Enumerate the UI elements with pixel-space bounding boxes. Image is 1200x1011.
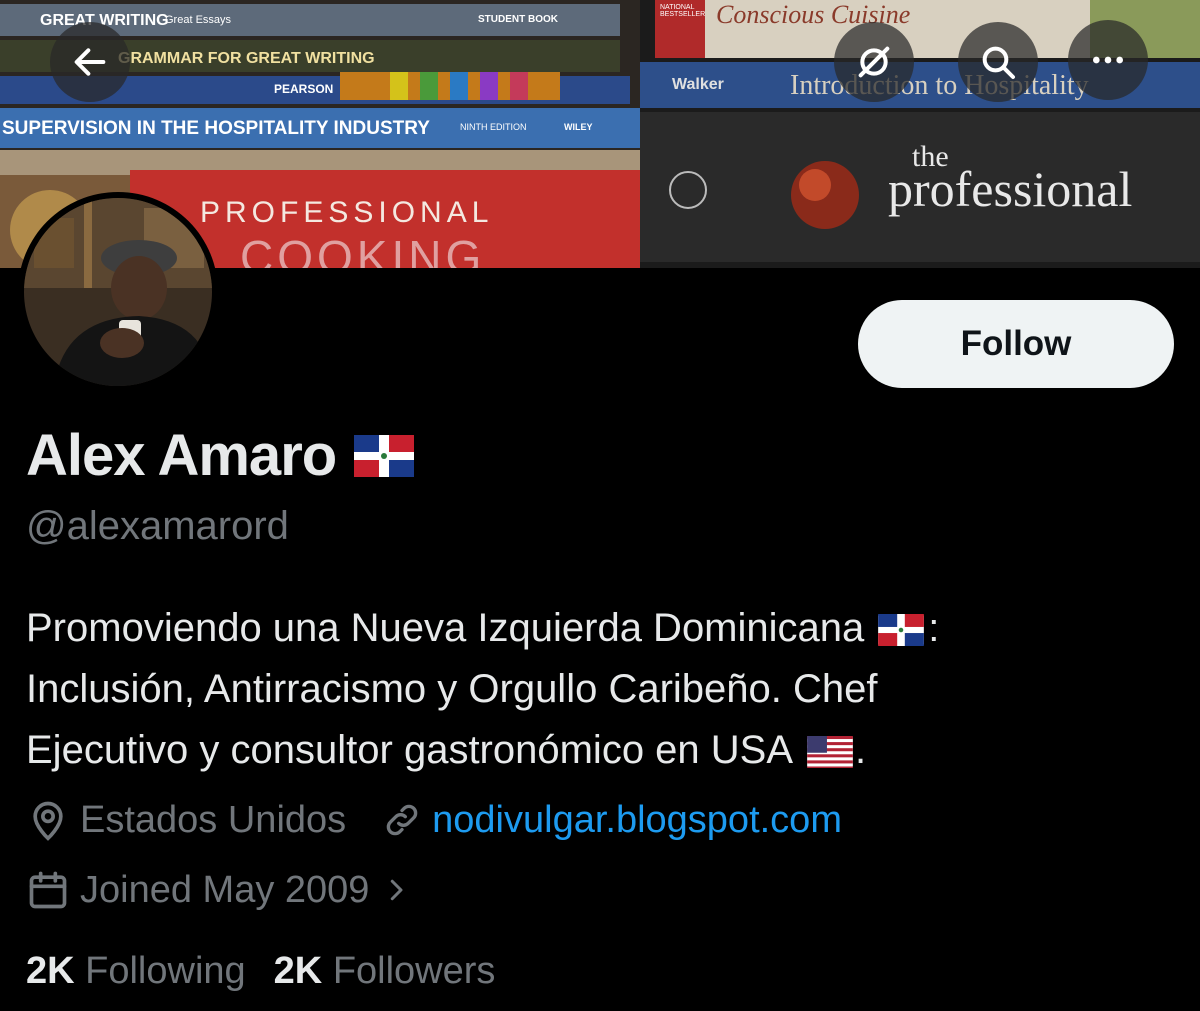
followers-label: Followers xyxy=(332,950,496,992)
eye-slash-icon xyxy=(858,46,890,78)
joined-text: Joined May 2009 xyxy=(80,868,370,911)
book-title: GRAMMAR FOR GREAT WRITING xyxy=(118,50,375,67)
book-title: professional xyxy=(888,161,1133,217)
book-title: Great Essays xyxy=(165,14,232,26)
avatar-image xyxy=(24,198,212,386)
book-title: PEARSON xyxy=(274,82,334,96)
follow-counts: 2K Following 2K Followers xyxy=(26,950,523,993)
avatar[interactable] xyxy=(18,192,218,392)
bio-text: : xyxy=(928,606,940,650)
book-title: Introduction to Hospitality xyxy=(790,70,1089,101)
chevron-right-icon xyxy=(391,879,403,901)
following-count: 2K xyxy=(26,950,75,992)
followers-count: 2K xyxy=(273,950,323,992)
book-title: WILEY xyxy=(564,122,593,132)
more-horizontal-icon xyxy=(1093,56,1123,64)
followers-link[interactable]: 2K Followers xyxy=(274,950,496,993)
bio-text: Inclusión, Antirracismo y Orgullo Caribe… xyxy=(26,667,878,711)
bio: Promoviendo una Nueva Izquierda Dominica… xyxy=(26,598,1176,781)
search-button[interactable] xyxy=(958,22,1038,102)
bio-line: Promoviendo una Nueva Izquierda Dominica… xyxy=(26,598,1176,659)
website-link[interactable]: nodivulgar.blogspot.com xyxy=(432,799,842,842)
book-title: STUDENT BOOK xyxy=(478,14,558,25)
book-title: Walker xyxy=(672,76,724,93)
calendar-icon xyxy=(29,871,67,909)
back-button[interactable] xyxy=(50,22,130,102)
follow-button[interactable]: Follow xyxy=(858,300,1174,388)
book-title: PROFESSIONAL xyxy=(200,196,494,229)
arrow-left-icon xyxy=(74,48,106,76)
location-text: Estados Unidos xyxy=(80,798,347,841)
book-title: COOKING xyxy=(240,231,486,268)
bio-line: Ejecutivo y consultor gastronómico en US… xyxy=(26,720,1176,781)
dominican-flag-icon xyxy=(354,434,415,477)
handle: @alexamarord xyxy=(26,504,289,548)
location-pin-icon xyxy=(33,801,63,841)
following-link[interactable]: 2K Following xyxy=(26,950,246,993)
book-title: SUPERVISION IN THE HOSPITALITY INDUSTRY xyxy=(2,118,430,139)
joined-row[interactable]: Joined May 2009 xyxy=(26,868,411,912)
display-name-text: Alex Amaro xyxy=(26,423,337,488)
following-label: Following xyxy=(85,950,246,992)
display-name: Alex Amaro xyxy=(26,422,415,489)
book-title: NINTH EDITION xyxy=(460,122,527,132)
us-flag-icon xyxy=(807,736,853,769)
link-icon xyxy=(386,804,418,836)
profile-meta-row: Estados Unidos nodivulgar.blogspot.com xyxy=(26,798,842,842)
book-title: NATIONAL BESTSELLER xyxy=(660,4,706,18)
dominican-flag-icon xyxy=(878,614,925,647)
bio-text: Promoviendo una Nueva Izquierda Dominica… xyxy=(26,606,865,650)
more-button[interactable] xyxy=(1068,20,1148,100)
bio-text: Ejecutivo y consultor gastronómico en US… xyxy=(26,728,794,772)
search-icon xyxy=(982,46,1015,79)
bio-text: . xyxy=(855,728,867,772)
hide-button[interactable] xyxy=(834,22,914,102)
